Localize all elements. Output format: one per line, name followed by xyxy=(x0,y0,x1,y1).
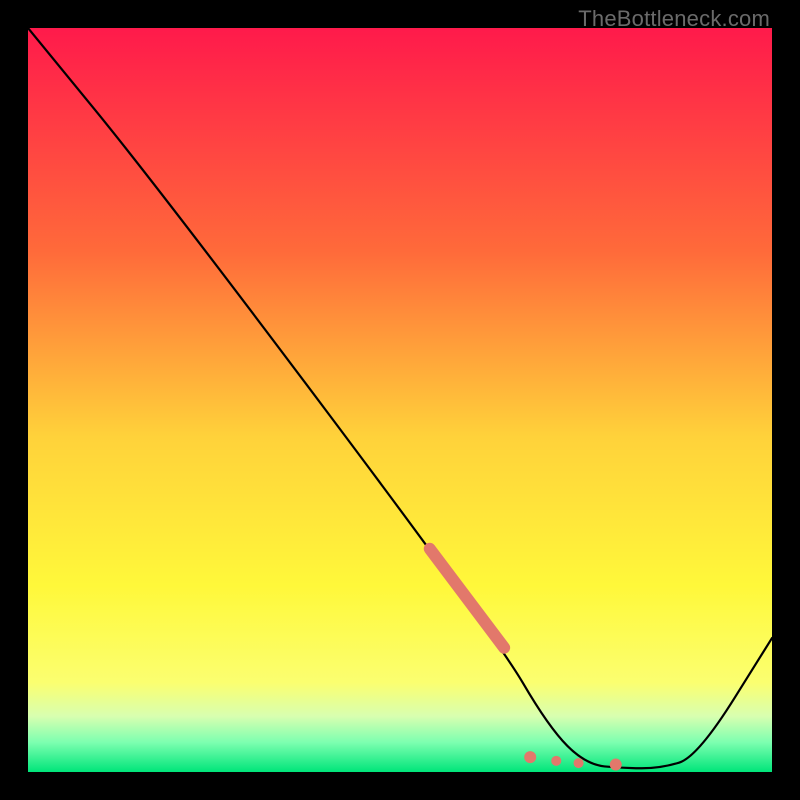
chart-svg xyxy=(28,28,772,772)
highlight-dot xyxy=(551,756,561,766)
highlight-dot xyxy=(574,758,584,768)
highlight-dot xyxy=(524,751,536,763)
watermark-text: TheBottleneck.com xyxy=(578,6,770,32)
gradient-background xyxy=(28,28,772,772)
chart-frame xyxy=(28,28,772,772)
highlight-dot xyxy=(610,759,622,771)
